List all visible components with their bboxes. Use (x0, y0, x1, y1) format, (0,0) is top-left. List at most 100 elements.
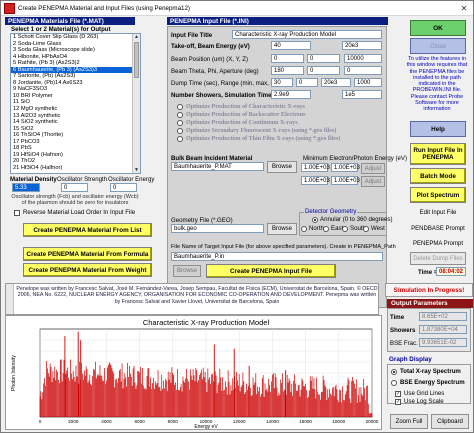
bulk-material-label: Bulk Beam Incident Material (171, 155, 253, 162)
osc-energy-label: Oscillator Energy (108, 176, 155, 183)
x-tick-label: 4000 (101, 419, 112, 424)
phi-input[interactable]: 0 (307, 66, 340, 75)
osc-strength-label: Oscillator Strength (57, 176, 108, 183)
materials-list[interactable]: 1 Schott Cover Slip Glass (D 263) 2 Soda-… (10, 33, 141, 174)
title-label: Input File Title (171, 32, 213, 39)
reverse-load-check[interactable] (14, 209, 20, 216)
range-max-input[interactable]: 20e3 (321, 78, 351, 87)
clipboard-button[interactable]: Clipboard (431, 414, 469, 429)
pendbase-prompt-button[interactable]: PENDBASE Prompt (410, 222, 466, 235)
create-input-file-button[interactable]: Create PENEPMA Input File (206, 264, 336, 278)
option-secondary-fluorescent[interactable]: Optimize Secondary Fluorescent X-rays (u… (177, 127, 340, 135)
x-tick-label: 0 (39, 419, 42, 424)
bse-spectrum-radio[interactable]: BSE Energy Spectrum (391, 379, 465, 386)
x-tick-label: 20000 (366, 419, 379, 424)
x-tick-label: 12000 (233, 419, 246, 424)
aperture-input[interactable]: 0 (344, 66, 382, 75)
density-label: Material Density (10, 176, 57, 183)
density-input[interactable]: 5.33 (12, 183, 40, 192)
detector-geometry-label: Detector Geometry (304, 208, 358, 215)
spectrum-chart-svg: Characteristic X-ray Production Model 0 20… (11, 318, 379, 430)
option-characteristic[interactable]: Optimize Production of Characteristic X-… (177, 103, 340, 111)
credits-scrollbar[interactable] (6, 284, 14, 314)
dump-label: Dump Time (sec), Range (min, max, num) (171, 80, 285, 87)
credits-text: Penelope was written by Francesc Salvat,… (16, 286, 378, 305)
min-energy-2-input[interactable]: 1.00E+03 (331, 163, 360, 172)
batch-mode-button[interactable]: Batch Mode (410, 168, 466, 184)
detector-west-radio[interactable]: West (363, 225, 385, 232)
time-readout: 08:04:02 (436, 267, 466, 276)
plot-spectrum-button[interactable]: Plot Spectrum (410, 187, 466, 203)
scroll-up-arrow-icon[interactable]: ▲ (133, 34, 140, 40)
x-tick-label: 18000 (332, 419, 345, 424)
close-button[interactable]: Close (410, 38, 466, 54)
output-bse-label: BSE Frac. (390, 340, 418, 347)
oscillator-note: Oscillator strength (Fcb) and oscillator… (11, 194, 139, 207)
adjust-button-1[interactable]: Adjust (361, 163, 385, 174)
min-energy-3-input[interactable]: 1.00E+03 (301, 176, 330, 185)
total-spectrum-radio[interactable]: Total X-ray Spectrum (391, 368, 461, 375)
geometry-label: Geometry File (*.GEO) (171, 217, 233, 224)
min-energy-4-input[interactable]: 1.00E+03 (331, 176, 360, 185)
min-energy-1-input[interactable]: 1.00E+03 (301, 163, 330, 172)
x-axis-label: Energy eV (194, 424, 218, 429)
penepma-window: Create PENEPMA Material and Input Files … (0, 0, 474, 433)
detector-east-radio[interactable]: East (323, 225, 343, 232)
zoom-full-button[interactable]: Zoom Full (390, 414, 428, 429)
x-tick-label: 16000 (299, 419, 312, 424)
delete-dump-button[interactable]: Delete Dump Files (410, 252, 466, 265)
detector-annular-radio[interactable]: Annular (0 to 360 degrees) (312, 216, 393, 223)
target-file-input[interactable]: Baumhauerite_P.in (171, 252, 383, 261)
option-backscatter[interactable]: Optimize Production of Backscatter Elect… (177, 111, 340, 119)
option-thin-film[interactable]: Optimize Production of Thin Film X-rays … (177, 135, 340, 143)
materials-header: PENEPMA Materials File (*.MAT) (5, 17, 135, 25)
reverse-load-checkbox[interactable]: Reverse Material Load Order In Input Fil… (14, 209, 135, 216)
bulk-material-input[interactable]: Baumhauerite_P.MAT (171, 162, 264, 171)
create-from-weight-button[interactable]: Create PENEPMA Material From Weight (23, 263, 152, 277)
create-from-list-button[interactable]: Create PENEPMA Material From List (23, 223, 152, 237)
option-continuum[interactable]: Optimize Production of Continuum X-rays (177, 119, 340, 127)
title-bar: Create PENEPMA Material and Input Files … (1, 1, 473, 16)
title-input[interactable]: Characteristic X-ray Production Model (232, 30, 382, 39)
takeoff-input[interactable]: 40 (271, 41, 311, 50)
help-button[interactable]: Help (410, 121, 466, 137)
browse-target-button[interactable]: Browse (173, 265, 201, 277)
browse-material-button[interactable]: Browse (267, 161, 297, 173)
showers-input[interactable]: 2.9e9 (271, 90, 311, 99)
geometry-input[interactable]: bulk.geo (171, 224, 264, 233)
materials-scrollbar[interactable]: ▲ ▼ (132, 34, 140, 173)
scrollbar-thumb[interactable] (134, 42, 139, 78)
takeoff-label: Take-off, Beam Energy (eV) (171, 43, 250, 50)
penepma-prompt-button[interactable]: PENEPMA Prompt (410, 237, 466, 250)
theta-input[interactable]: 180 (271, 66, 304, 75)
material-list-item[interactable]: 21 Hf3iO4 (Halfnor) (11, 165, 140, 172)
dump-input[interactable]: 30 (271, 78, 293, 87)
log-scale-checkbox[interactable]: ✓ Use Log Scale (395, 398, 444, 405)
min-energy-label: Minimum Electron/Photon Energy (eV) (303, 155, 407, 162)
grid-lines-checkbox[interactable]: ✓ Use Grid Lines (395, 390, 444, 397)
scroll-down-arrow-icon[interactable]: ▼ (133, 167, 140, 173)
adjust-button-2[interactable]: Adjust (361, 176, 385, 187)
browse-geometry-button[interactable]: Browse (267, 223, 297, 235)
osc-strength-input[interactable]: 0 (61, 183, 88, 192)
theta-label: Beam Theta, Phi, Aperture (deg) (171, 68, 259, 75)
range-num-input[interactable]: 1000 (354, 78, 382, 87)
y-axis-label: Photon Intensity (11, 355, 17, 391)
output-time-value: 8.65E+02 (419, 312, 467, 321)
ok-button[interactable]: OK (410, 20, 466, 36)
output-params-header: Output Parameters (387, 299, 473, 308)
select-materials-label: Select 1 or 2 Material(s) for Output (11, 26, 111, 33)
output-showers-value: 1.87380E+04 (419, 325, 467, 334)
beam-x-input[interactable]: 0 (271, 54, 304, 63)
close-window-icon[interactable]: ✕ (455, 1, 473, 15)
create-from-formula-button[interactable]: Create PENEPMA Material From Formula (23, 247, 152, 261)
sim-time-input[interactable]: 1e5 (342, 90, 382, 99)
detector-north-radio[interactable]: North (301, 225, 324, 232)
range-min-input[interactable]: 0 (296, 78, 318, 87)
osc-energy-input[interactable]: 0 (110, 183, 137, 192)
beam-z-input[interactable]: 10000 (344, 54, 382, 63)
run-input-button[interactable]: Run Input File In PENEPMA (410, 143, 466, 165)
beam-y-input[interactable]: 0 (307, 54, 340, 63)
beam-energy-input[interactable]: 20e3 (342, 41, 382, 50)
edit-input-button[interactable]: Edit Input File (410, 206, 466, 220)
